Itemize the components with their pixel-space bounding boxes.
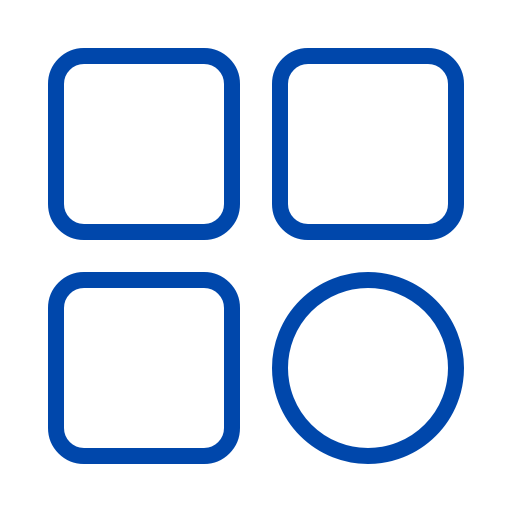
grid-apps-icon xyxy=(48,48,464,464)
rounded-square-top-left xyxy=(48,48,240,240)
rounded-square-bottom-left xyxy=(48,272,240,464)
rounded-square-top-right xyxy=(272,48,464,240)
circle-bottom-right xyxy=(272,272,464,464)
